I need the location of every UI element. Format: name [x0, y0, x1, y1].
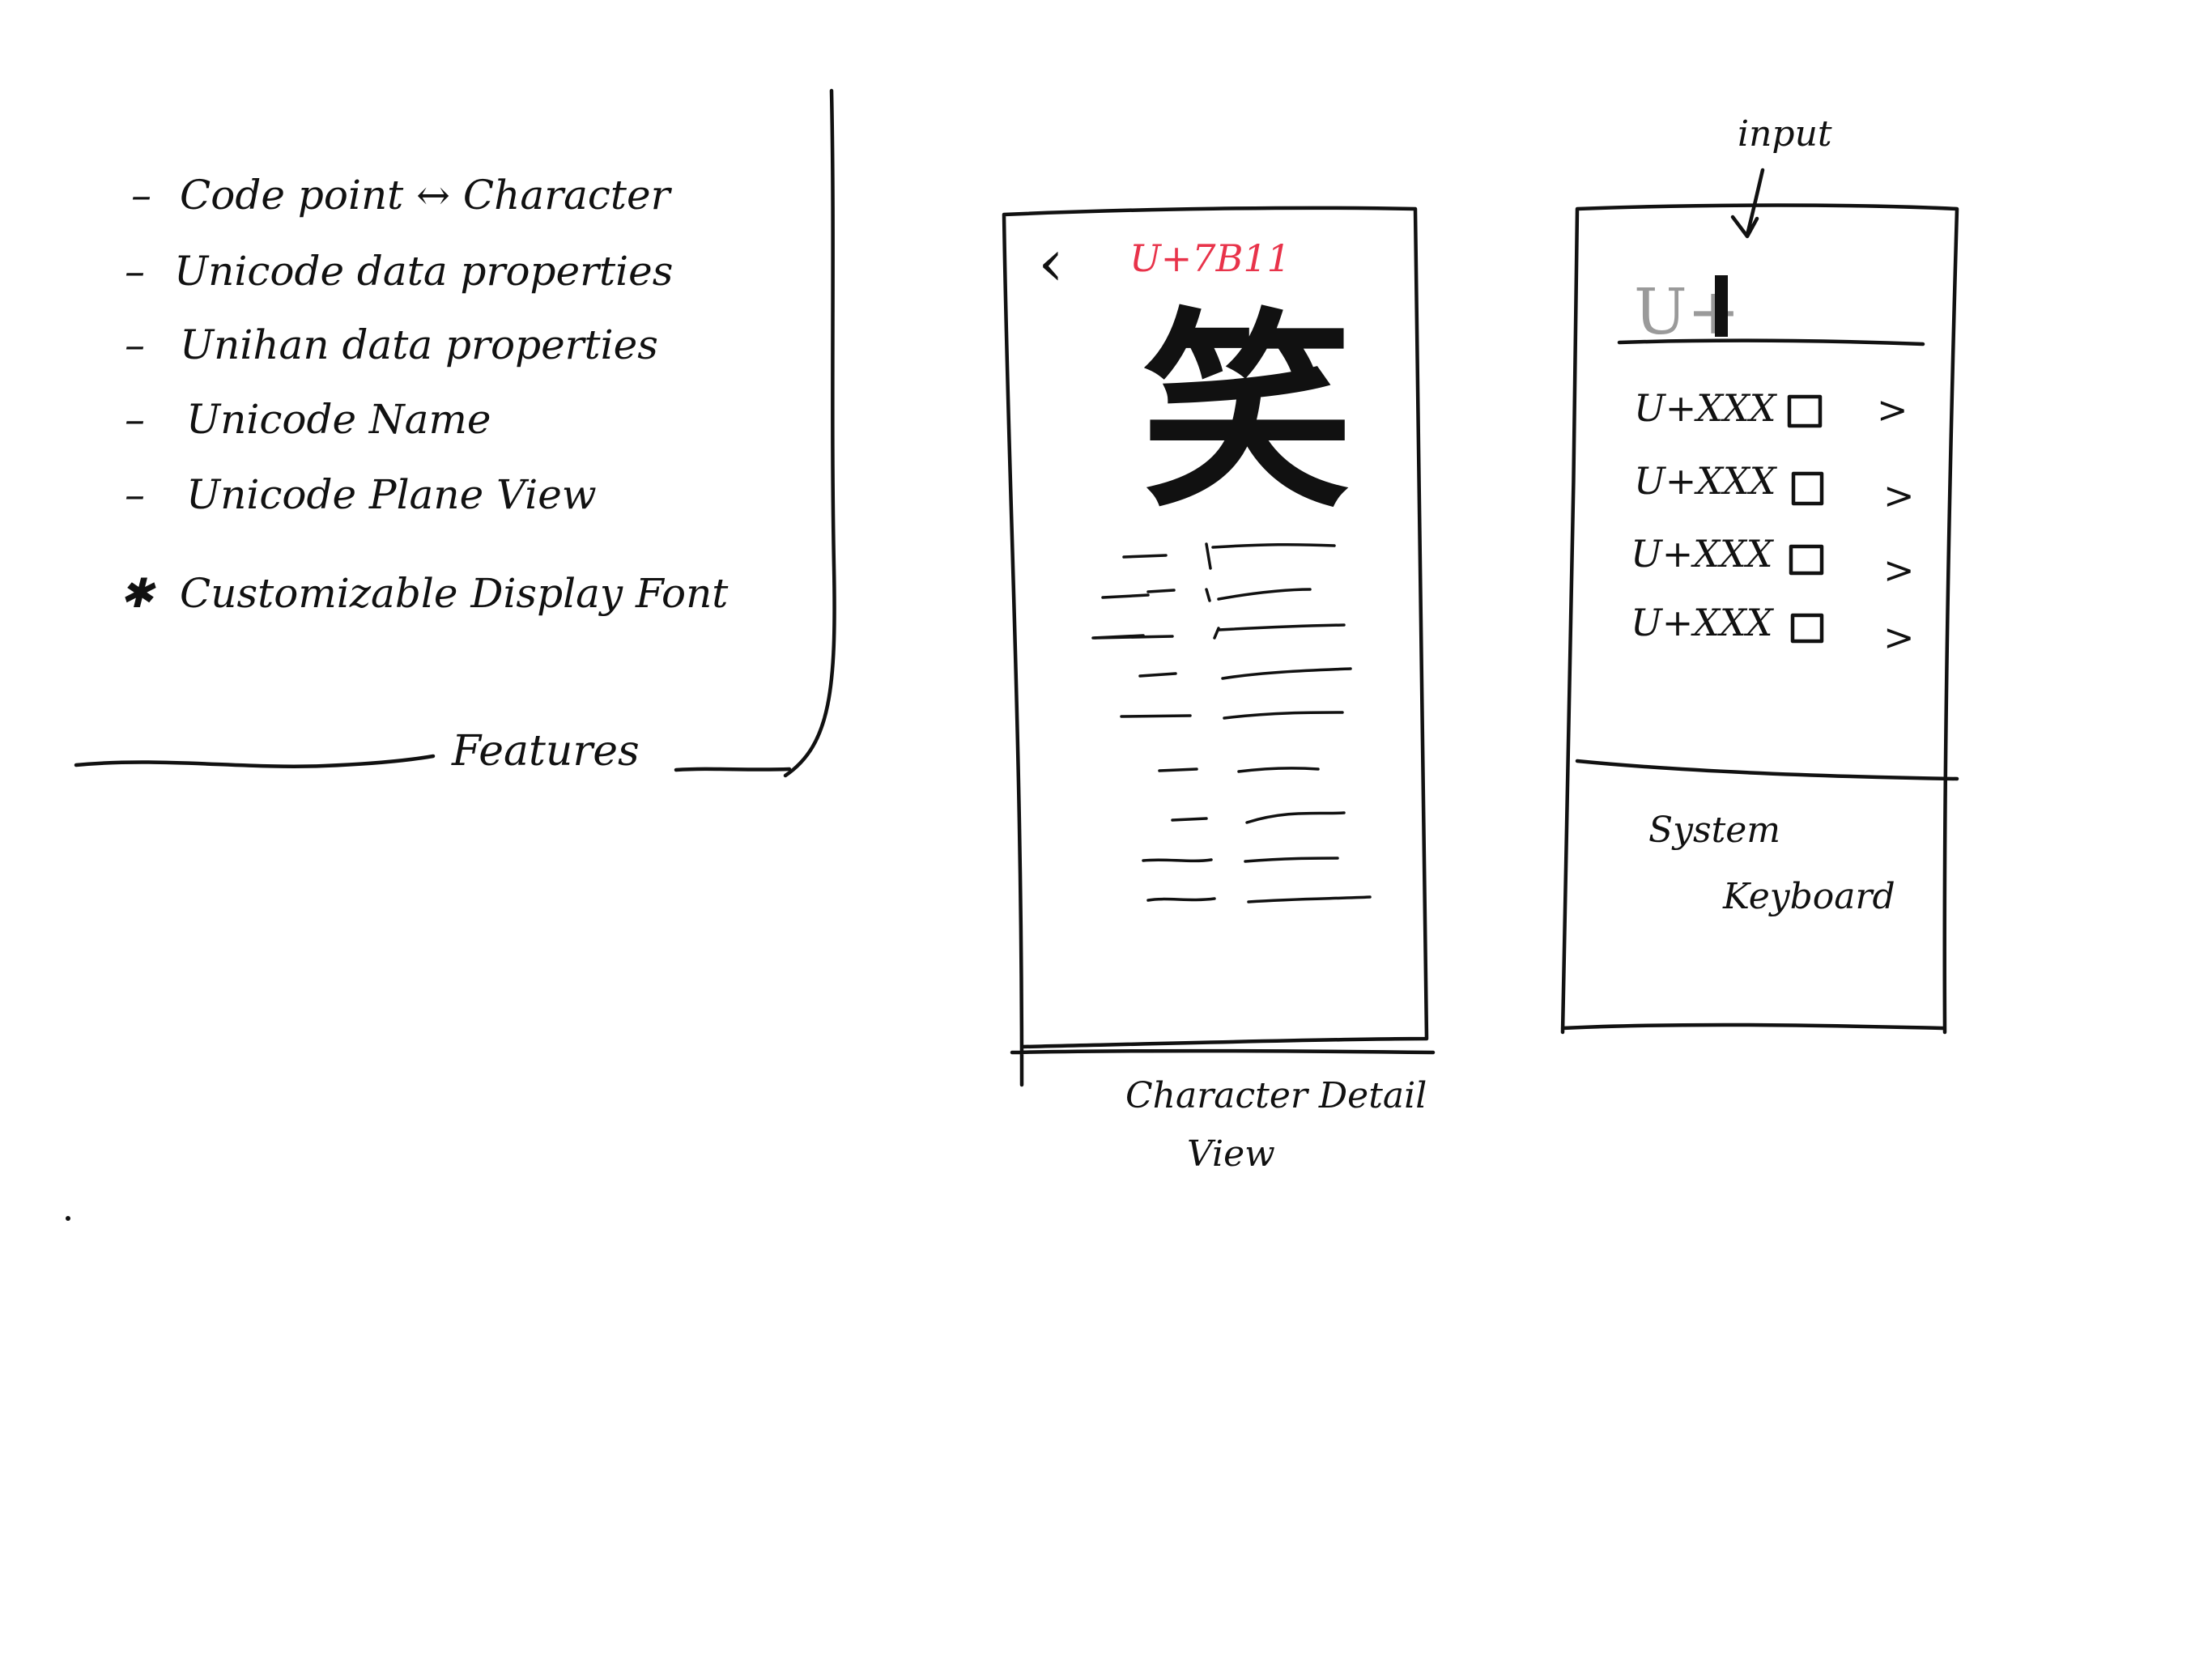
feature-item: – Unicode data properties: [125, 248, 673, 295]
list-item[interactable]: U+XXX >: [1634, 459, 1915, 517]
property-row: [1142, 857, 1339, 863]
feature-text: Customizable Display Font: [180, 570, 729, 617]
feature-text: Unicode Plane View: [186, 471, 597, 518]
features-border-bottom-right: [674, 767, 792, 772]
feature-bullet: ✱: [120, 570, 156, 617]
property-row: [1158, 767, 1320, 773]
property-row: [1093, 627, 1220, 640]
chevron-right-icon[interactable]: >: [1877, 388, 1908, 432]
feature-bullet: –: [131, 172, 151, 219]
feature-bullet: –: [125, 396, 145, 443]
input-annotation-arrow: [1730, 168, 1765, 239]
result-code: U+XXX: [1631, 532, 1775, 576]
property-row: [1146, 588, 1211, 602]
feature-list: – Code point ↔ Character – Unicode data …: [120, 172, 729, 617]
features-title: Features: [451, 727, 640, 776]
text-cursor: [1715, 275, 1728, 337]
features-border-bottom-left: [74, 754, 436, 768]
feature-item: – Unicode Plane View: [125, 471, 597, 518]
input-annotation: input: [1738, 113, 1832, 155]
feature-text: Unicode Name: [186, 396, 491, 443]
code-point-label: U+7B11: [1129, 236, 1291, 280]
glyph-preview-box: [1791, 471, 1824, 506]
glyph-preview-box: [1790, 613, 1824, 644]
sketch-canvas: Features – Code point ↔ Character – Unic…: [66, 88, 1959, 1221]
chevron-right-icon[interactable]: >: [1883, 548, 1915, 592]
chevron-right-icon[interactable]: >: [1883, 615, 1915, 659]
stray-dot: [66, 1216, 70, 1221]
feature-item: – Unicode Name: [125, 396, 491, 443]
property-row: [1122, 542, 1336, 570]
glyph-preview-box: [1789, 544, 1824, 576]
feature-text: Unicode data properties: [174, 248, 673, 295]
detail-caption-line1: Character Detail: [1125, 1075, 1427, 1116]
detail-view-wireframe: ‹ U+7B11 笑 Character Detail View: [1002, 206, 1436, 1175]
property-row: [1171, 811, 1346, 824]
detail-caption-line2: View: [1187, 1133, 1275, 1175]
character-glyph: 笑: [1142, 291, 1352, 536]
glyph-preview-box: [1787, 394, 1823, 428]
feature-item: – Unihan data properties: [125, 321, 658, 368]
list-item[interactable]: U+XXX >: [1631, 601, 1915, 659]
result-code: U+XXX: [1634, 459, 1778, 503]
keyboard-label-line2: Keyboard: [1722, 876, 1895, 917]
property-row: [1138, 667, 1352, 680]
property-row: [1120, 711, 1344, 720]
feature-item: – Code point ↔ Character: [131, 172, 673, 219]
input-view-wireframe: input U+ U+XXX > U+XXX > U+XXX > U+XXX >…: [1560, 113, 1959, 1035]
keyboard-label-line1: System: [1648, 810, 1780, 851]
feature-bullet: –: [125, 321, 145, 368]
list-item[interactable]: U+XXX >: [1634, 386, 1908, 432]
feature-text: Code point ↔ Character: [180, 172, 673, 219]
result-list: U+XXX > U+XXX > U+XXX > U+XXX >: [1631, 386, 1915, 659]
feature-bullet: –: [125, 471, 145, 518]
result-code: U+XXX: [1634, 386, 1778, 430]
property-rows: [1091, 542, 1372, 903]
feature-text: Unihan data properties: [180, 321, 658, 368]
features-panel: Features – Code point ↔ Character – Unic…: [74, 88, 836, 778]
result-code: U+XXX: [1631, 601, 1775, 644]
feature-item: ✱ Customizable Display Font: [120, 570, 729, 617]
chevron-right-icon[interactable]: >: [1883, 474, 1915, 517]
feature-bullet: –: [125, 248, 145, 295]
back-icon[interactable]: ‹: [1038, 225, 1064, 300]
list-item[interactable]: U+XXX >: [1631, 532, 1915, 592]
property-row: [1146, 895, 1372, 903]
features-border-right: [783, 88, 836, 778]
